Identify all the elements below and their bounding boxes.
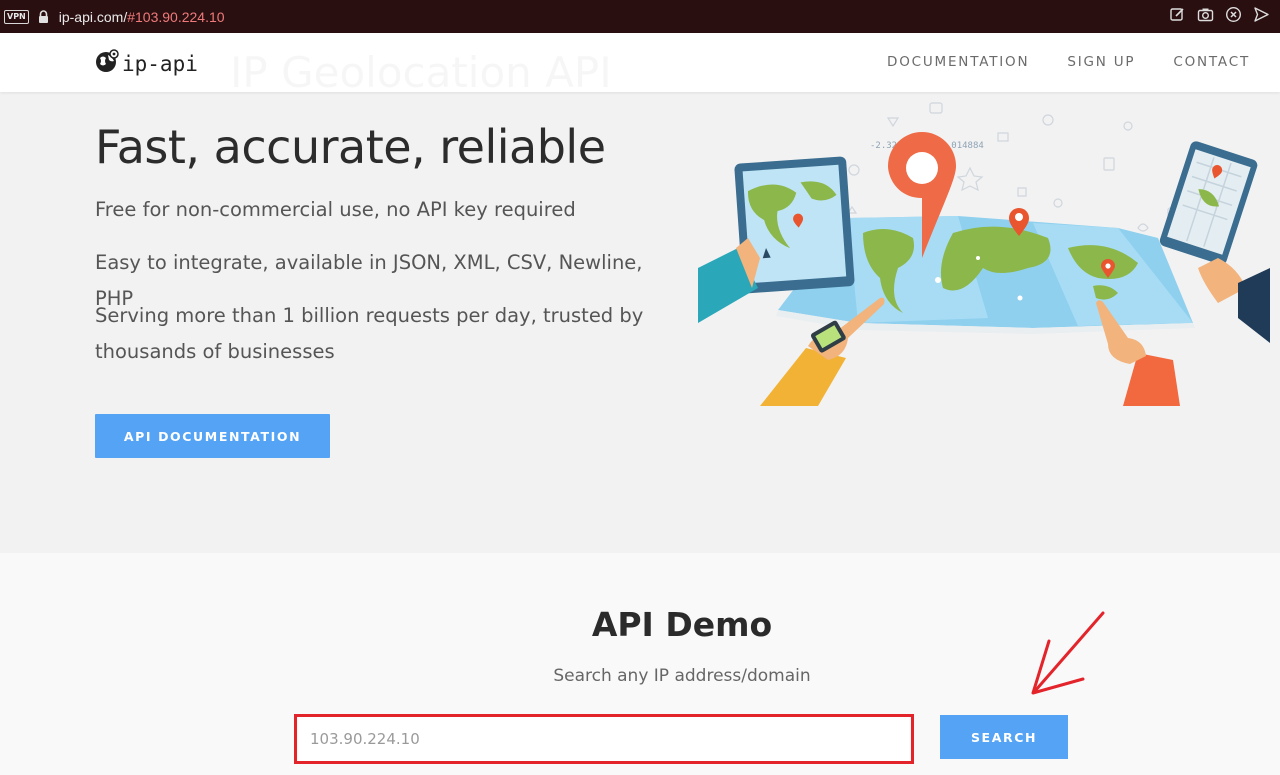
nav-documentation[interactable]: DOCUMENTATION <box>887 54 1029 70</box>
annotation-arrow <box>1031 611 1105 695</box>
lock-icon <box>38 9 49 24</box>
api-documentation-button[interactable]: API DOCUMENTATION <box>95 414 330 458</box>
main-nav: DOCUMENTATION SIGN UP CONTACT <box>887 54 1250 70</box>
hero-section: Fast, accurate, reliable Free for non-co… <box>0 92 1280 553</box>
api-demo-section: API Demo Search any IP address/domain SE… <box>0 553 1280 775</box>
nav-sign-up[interactable]: SIGN UP <box>1067 54 1135 70</box>
globe-pin-icon <box>95 49 119 78</box>
hero-feature-free: Free for non-commercial use, no API key … <box>95 198 576 221</box>
camera-icon[interactable] <box>1197 6 1214 23</box>
edit-icon[interactable] <box>1169 6 1186 23</box>
logo-link[interactable]: ip-api <box>95 49 198 78</box>
site-header: ip-api DOCUMENTATION SIGN UP CONTACT <box>0 33 1280 92</box>
vpn-badge[interactable]: VPN <box>4 9 29 24</box>
url-host: ip-api.com/ <box>58 8 128 25</box>
ip-search-input[interactable] <box>298 717 910 761</box>
browser-bar: VPN ip-api.com/#103.90.224.10 <box>0 0 1280 33</box>
address-bar-url[interactable]: ip-api.com/#103.90.224.10 <box>59 9 225 25</box>
map-illustration: -2.329799, -52.014884 <box>698 102 1270 406</box>
hero-title: Fast, accurate, reliable <box>95 120 606 174</box>
close-circle-icon[interactable] <box>1225 6 1242 23</box>
search-button[interactable]: SEARCH <box>940 715 1068 759</box>
logo-text: ip-api <box>122 51 198 76</box>
hero-feature-scale: Serving more than 1 billion requests per… <box>95 304 644 363</box>
url-hash: #103.90.224.10 <box>127 8 225 25</box>
send-icon[interactable] <box>1253 6 1270 23</box>
browser-actions <box>1169 6 1270 23</box>
nav-contact[interactable]: CONTACT <box>1173 54 1250 70</box>
